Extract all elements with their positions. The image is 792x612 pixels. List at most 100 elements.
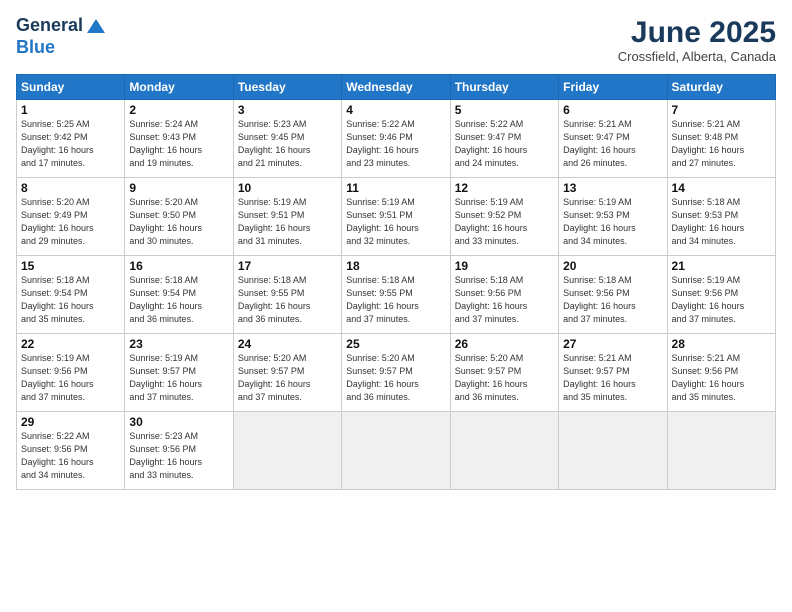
day-number: 7 (672, 103, 771, 117)
day-cell: 17Sunrise: 5:18 AM Sunset: 9:55 PM Dayli… (233, 256, 341, 334)
day-cell: 3Sunrise: 5:23 AM Sunset: 9:45 PM Daylig… (233, 100, 341, 178)
day-cell (450, 412, 558, 490)
day-number: 30 (129, 415, 228, 429)
day-cell: 4Sunrise: 5:22 AM Sunset: 9:46 PM Daylig… (342, 100, 450, 178)
day-info: Sunrise: 5:18 AM Sunset: 9:54 PM Dayligh… (129, 274, 228, 326)
day-cell: 11Sunrise: 5:19 AM Sunset: 9:51 PM Dayli… (342, 178, 450, 256)
day-cell: 26Sunrise: 5:20 AM Sunset: 9:57 PM Dayli… (450, 334, 558, 412)
day-info: Sunrise: 5:22 AM Sunset: 9:47 PM Dayligh… (455, 118, 554, 170)
day-cell: 27Sunrise: 5:21 AM Sunset: 9:57 PM Dayli… (559, 334, 667, 412)
day-number: 2 (129, 103, 228, 117)
day-number: 16 (129, 259, 228, 273)
day-number: 28 (672, 337, 771, 351)
day-cell: 8Sunrise: 5:20 AM Sunset: 9:49 PM Daylig… (17, 178, 125, 256)
day-number: 9 (129, 181, 228, 195)
header: General Blue June 2025 Crossfield, Alber… (16, 16, 776, 64)
day-info: Sunrise: 5:20 AM Sunset: 9:57 PM Dayligh… (455, 352, 554, 404)
day-cell: 20Sunrise: 5:18 AM Sunset: 9:56 PM Dayli… (559, 256, 667, 334)
day-cell: 23Sunrise: 5:19 AM Sunset: 9:57 PM Dayli… (125, 334, 233, 412)
day-number: 6 (563, 103, 662, 117)
day-cell: 29Sunrise: 5:22 AM Sunset: 9:56 PM Dayli… (17, 412, 125, 490)
day-cell (233, 412, 341, 490)
day-cell: 24Sunrise: 5:20 AM Sunset: 9:57 PM Dayli… (233, 334, 341, 412)
day-cell: 7Sunrise: 5:21 AM Sunset: 9:48 PM Daylig… (667, 100, 775, 178)
calendar-table: SundayMondayTuesdayWednesdayThursdayFrid… (16, 74, 776, 490)
weekday-header-row: SundayMondayTuesdayWednesdayThursdayFrid… (17, 75, 776, 100)
day-number: 14 (672, 181, 771, 195)
day-info: Sunrise: 5:20 AM Sunset: 9:49 PM Dayligh… (21, 196, 120, 248)
day-number: 19 (455, 259, 554, 273)
day-cell: 30Sunrise: 5:23 AM Sunset: 9:56 PM Dayli… (125, 412, 233, 490)
day-cell: 28Sunrise: 5:21 AM Sunset: 9:56 PM Dayli… (667, 334, 775, 412)
day-cell: 9Sunrise: 5:20 AM Sunset: 9:50 PM Daylig… (125, 178, 233, 256)
day-info: Sunrise: 5:21 AM Sunset: 9:56 PM Dayligh… (672, 352, 771, 404)
day-info: Sunrise: 5:19 AM Sunset: 9:56 PM Dayligh… (21, 352, 120, 404)
day-cell: 13Sunrise: 5:19 AM Sunset: 9:53 PM Dayli… (559, 178, 667, 256)
day-cell: 21Sunrise: 5:19 AM Sunset: 9:56 PM Dayli… (667, 256, 775, 334)
day-cell: 2Sunrise: 5:24 AM Sunset: 9:43 PM Daylig… (125, 100, 233, 178)
day-info: Sunrise: 5:19 AM Sunset: 9:56 PM Dayligh… (672, 274, 771, 326)
day-number: 1 (21, 103, 120, 117)
weekday-header-saturday: Saturday (667, 75, 775, 100)
day-info: Sunrise: 5:25 AM Sunset: 9:42 PM Dayligh… (21, 118, 120, 170)
location: Crossfield, Alberta, Canada (618, 49, 776, 64)
day-number: 13 (563, 181, 662, 195)
day-number: 20 (563, 259, 662, 273)
week-row-1: 1Sunrise: 5:25 AM Sunset: 9:42 PM Daylig… (17, 100, 776, 178)
day-cell: 12Sunrise: 5:19 AM Sunset: 9:52 PM Dayli… (450, 178, 558, 256)
day-number: 5 (455, 103, 554, 117)
weekday-header-friday: Friday (559, 75, 667, 100)
day-info: Sunrise: 5:18 AM Sunset: 9:56 PM Dayligh… (563, 274, 662, 326)
day-number: 8 (21, 181, 120, 195)
day-info: Sunrise: 5:23 AM Sunset: 9:56 PM Dayligh… (129, 430, 228, 482)
day-number: 17 (238, 259, 337, 273)
day-cell: 5Sunrise: 5:22 AM Sunset: 9:47 PM Daylig… (450, 100, 558, 178)
day-number: 3 (238, 103, 337, 117)
weekday-header-tuesday: Tuesday (233, 75, 341, 100)
day-info: Sunrise: 5:21 AM Sunset: 9:47 PM Dayligh… (563, 118, 662, 170)
day-cell: 25Sunrise: 5:20 AM Sunset: 9:57 PM Dayli… (342, 334, 450, 412)
day-cell: 19Sunrise: 5:18 AM Sunset: 9:56 PM Dayli… (450, 256, 558, 334)
day-info: Sunrise: 5:20 AM Sunset: 9:57 PM Dayligh… (238, 352, 337, 404)
day-cell: 10Sunrise: 5:19 AM Sunset: 9:51 PM Dayli… (233, 178, 341, 256)
logo-icon (85, 17, 107, 35)
day-cell: 22Sunrise: 5:19 AM Sunset: 9:56 PM Dayli… (17, 334, 125, 412)
day-number: 29 (21, 415, 120, 429)
day-info: Sunrise: 5:22 AM Sunset: 9:46 PM Dayligh… (346, 118, 445, 170)
day-info: Sunrise: 5:21 AM Sunset: 9:57 PM Dayligh… (563, 352, 662, 404)
day-cell (559, 412, 667, 490)
day-number: 23 (129, 337, 228, 351)
day-info: Sunrise: 5:20 AM Sunset: 9:57 PM Dayligh… (346, 352, 445, 404)
day-cell: 15Sunrise: 5:18 AM Sunset: 9:54 PM Dayli… (17, 256, 125, 334)
weekday-header-sunday: Sunday (17, 75, 125, 100)
day-number: 15 (21, 259, 120, 273)
day-cell: 14Sunrise: 5:18 AM Sunset: 9:53 PM Dayli… (667, 178, 775, 256)
day-number: 4 (346, 103, 445, 117)
day-info: Sunrise: 5:18 AM Sunset: 9:56 PM Dayligh… (455, 274, 554, 326)
day-info: Sunrise: 5:19 AM Sunset: 9:53 PM Dayligh… (563, 196, 662, 248)
logo-blue: Blue (16, 37, 55, 57)
day-cell: 16Sunrise: 5:18 AM Sunset: 9:54 PM Dayli… (125, 256, 233, 334)
day-number: 12 (455, 181, 554, 195)
day-info: Sunrise: 5:18 AM Sunset: 9:53 PM Dayligh… (672, 196, 771, 248)
day-info: Sunrise: 5:19 AM Sunset: 9:57 PM Dayligh… (129, 352, 228, 404)
day-info: Sunrise: 5:24 AM Sunset: 9:43 PM Dayligh… (129, 118, 228, 170)
day-cell (342, 412, 450, 490)
day-number: 24 (238, 337, 337, 351)
day-info: Sunrise: 5:19 AM Sunset: 9:51 PM Dayligh… (238, 196, 337, 248)
week-row-5: 29Sunrise: 5:22 AM Sunset: 9:56 PM Dayli… (17, 412, 776, 490)
week-row-2: 8Sunrise: 5:20 AM Sunset: 9:49 PM Daylig… (17, 178, 776, 256)
day-cell: 18Sunrise: 5:18 AM Sunset: 9:55 PM Dayli… (342, 256, 450, 334)
page-container: General Blue June 2025 Crossfield, Alber… (0, 0, 792, 498)
day-info: Sunrise: 5:23 AM Sunset: 9:45 PM Dayligh… (238, 118, 337, 170)
day-cell (667, 412, 775, 490)
month-year: June 2025 (618, 16, 776, 49)
day-number: 27 (563, 337, 662, 351)
day-cell: 6Sunrise: 5:21 AM Sunset: 9:47 PM Daylig… (559, 100, 667, 178)
weekday-header-wednesday: Wednesday (342, 75, 450, 100)
day-info: Sunrise: 5:22 AM Sunset: 9:56 PM Dayligh… (21, 430, 120, 482)
title-block: June 2025 Crossfield, Alberta, Canada (618, 16, 776, 64)
weekday-header-thursday: Thursday (450, 75, 558, 100)
day-cell: 1Sunrise: 5:25 AM Sunset: 9:42 PM Daylig… (17, 100, 125, 178)
day-info: Sunrise: 5:19 AM Sunset: 9:52 PM Dayligh… (455, 196, 554, 248)
